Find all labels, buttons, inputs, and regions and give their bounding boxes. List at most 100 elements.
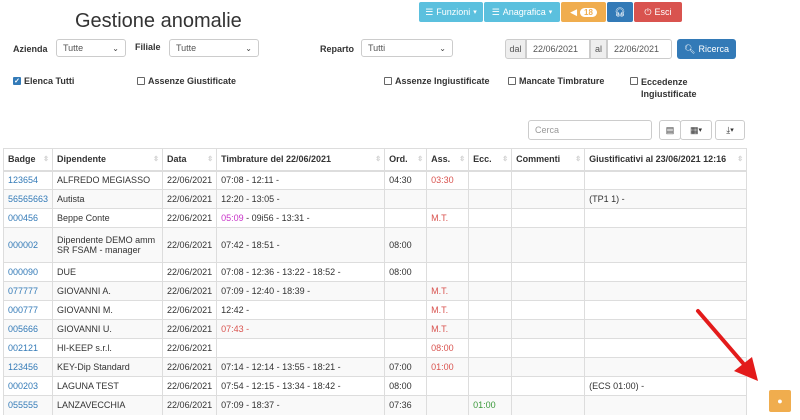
cell-ass: M.T. [426,319,469,339]
table-row[interactable]: 077777 GIOVANNI A. 22/06/2021 07:09 - 12:40… [2,281,748,301]
cell-ecc [468,189,512,209]
cell-giustificativi [584,262,748,282]
cell-badge[interactable]: 000203 [2,376,53,396]
sort-icon: ⇳ [417,156,424,163]
eccedenze-ingiustificate-checkbox[interactable]: Eccedenze Ingiustificate [630,76,697,100]
cell-giustificativi [584,281,748,301]
eccedenze-label: Eccedenze Ingiustificate [641,77,697,99]
cell-data: 22/06/2021 [162,395,217,415]
cell-badge[interactable]: 000456 [2,208,53,228]
funzioni-menu-button[interactable]: ☰ Funzioni ▾ [419,2,483,22]
cell-ass: M.T. [426,300,469,320]
col-ass[interactable]: Ass. ⇳ [426,148,469,172]
table-row[interactable]: 002121 HI-KEEP s.r.l. 22/06/2021 08:00 [2,338,748,358]
cell-ass [426,227,469,263]
dipendente-text-line2: SR FSAM - manager [57,245,141,255]
reparto-label: Reparto [320,44,355,54]
esci-button[interactable]: ⏻ Esci [634,2,682,22]
cell-giustificativi [584,395,748,415]
search-input[interactable]: Cerca [528,120,652,140]
table-row[interactable]: 000002 Dipendente DEMO amm SR FSAM - manag… [2,227,748,263]
col-giustificativi[interactable]: Giustificativi al 23/06/2021 12:16 ⇳ [584,148,748,172]
table-row[interactable]: 055555 LANZAVECCHIA 22/06/2021 07:09 - 18:3… [2,395,748,415]
cell-data-text: 22/06/2021 [167,240,213,250]
annotation-arrow [696,309,758,381]
col-commenti[interactable]: Commenti ⇳ [511,148,585,172]
al-date-input[interactable]: 22/06/2021 [607,39,672,59]
cell-data-text: 22/06/2021 [167,175,213,186]
cell-dipendente: ALFREDO MEGIASSO [52,170,163,190]
timbrature-anomaly-text: 07:43 - [221,324,250,334]
cell-timbrature: 07:14 - 12:14 - 13:55 - 18:21 - [216,357,385,377]
cell-ass: 08:00 [426,338,469,358]
notifications-button[interactable]: ◀ 18 [561,2,606,22]
cell-badge[interactable]: 56565663 [2,189,53,209]
cell-badge[interactable]: 000090 [2,262,53,282]
table-row[interactable]: 000090 DUE 22/06/2021 07:08 - 12:36 - 13:22… [2,262,748,282]
cell-ass-text: M.T. [431,305,449,315]
cell-ecc-text: 01:00 [473,400,496,411]
cell-ord [384,300,427,320]
cell-badge[interactable]: 000002 [2,227,53,263]
cell-timbrature: 07:54 - 12:15 - 13:34 - 18:42 - [216,376,385,396]
cell-badge[interactable]: 123456 [2,357,53,377]
table-row[interactable]: 005666 GIOVANNI U. 22/06/2021 07:43 - M.T. [2,319,748,339]
cell-data: 22/06/2021 [162,189,217,209]
toggle-view-button[interactable]: ▤ [659,120,681,140]
dal-label: dal [505,39,526,59]
assenze-ingiustificate-checkbox[interactable]: Assenze Ingiustificate [384,76,490,86]
cell-timbrature: 07:42 - 18:51 - [216,227,385,263]
anagrafica-menu-button[interactable]: ☰ Anagrafica ▾ [484,2,560,22]
caret-down-icon: ▾ [698,127,703,134]
cell-badge[interactable]: 055555 [2,395,53,415]
azienda-select[interactable]: Tutte ⌄ [56,39,126,57]
chevron-down-icon: ⌄ [439,43,446,53]
cell-ord: 07:00 [384,357,427,377]
cell-data: 22/06/2021 [162,281,217,301]
cell-ecc [468,208,512,228]
cell-badge-text: 005666 [8,324,39,334]
col-ecc[interactable]: Ecc. ⇳ [468,148,512,172]
cell-ord-text: 04:30 [389,175,412,186]
notifications-badge: 18 [580,7,597,17]
cell-badge[interactable]: 123654 [2,170,53,190]
table-row[interactable]: 000456 Beppe Conte 22/06/2021 05:09 - 09i56… [2,208,748,228]
cell-data: 22/06/2021 [162,338,217,358]
cell-commenti [511,227,585,263]
cell-badge[interactable]: 002121 [2,338,53,358]
columns-button[interactable]: ▦ ▾ [680,120,712,140]
cell-ass [426,395,469,415]
cell-badge[interactable]: 000777 [2,300,53,320]
cell-badge-text: 000777 [8,305,39,315]
grid-icon: ▦ [689,124,699,135]
dal-date-input[interactable]: 22/06/2021 [526,39,590,59]
reparto-select[interactable]: Tutti ⌄ [361,39,453,57]
ricerca-button[interactable]: 🔍︎ Ricerca [677,39,736,59]
cell-ecc [468,281,512,301]
cell-badge[interactable]: 005666 [2,319,53,339]
table-row[interactable]: 123654 ALFREDO MEGIASSO 22/06/2021 07:08 - … [2,170,748,190]
elenca-tutti-checkbox[interactable]: ✓ Elenca Tutti [13,76,74,86]
col-dipendente[interactable]: Dipendente ⇳ [52,148,163,172]
assenze-giustificate-checkbox[interactable]: Assenze Giustificate [137,76,236,86]
col-timbrature[interactable]: Timbrature del 22/06/2021 ⇳ [216,148,385,172]
timbrature-text: - 09i56 - 13:31 - [243,213,310,223]
col-data[interactable]: Data ⇳ [162,148,217,172]
checkbox-box [508,77,516,85]
cell-badge-text: 123654 [8,175,39,186]
export-button[interactable]: ⤓ ▾ [715,120,745,140]
filiale-select[interactable]: Tutte ⌄ [169,39,259,57]
table-row[interactable]: 123456 KEY-Dip Standard 22/06/2021 07:14 - … [2,357,748,377]
mancate-timbrature-checkbox[interactable]: Mancate Timbrature [508,76,604,86]
table-row[interactable]: 56565663 Autista 22/06/2021 12:20 - 13:05 -… [2,189,748,209]
table-row[interactable]: 000203 LAGUNA TEST 22/06/2021 07:54 - 12:15… [2,376,748,396]
col-ord[interactable]: Ord. ⇳ [384,148,427,172]
cell-ord: 08:00 [384,227,427,263]
cell-dipendente: Beppe Conte [52,208,163,228]
col-badge[interactable]: Badge ⇳ [2,148,53,172]
location-button[interactable]: ● [769,390,791,412]
cell-badge[interactable]: 077777 [2,281,53,301]
table-row[interactable]: 000777 GIOVANNI M. 22/06/2021 12:42 - M.T. [2,300,748,320]
help-headset-button[interactable]: 🎧︎ [607,2,633,22]
cell-data-text: 22/06/2021 [167,324,213,334]
